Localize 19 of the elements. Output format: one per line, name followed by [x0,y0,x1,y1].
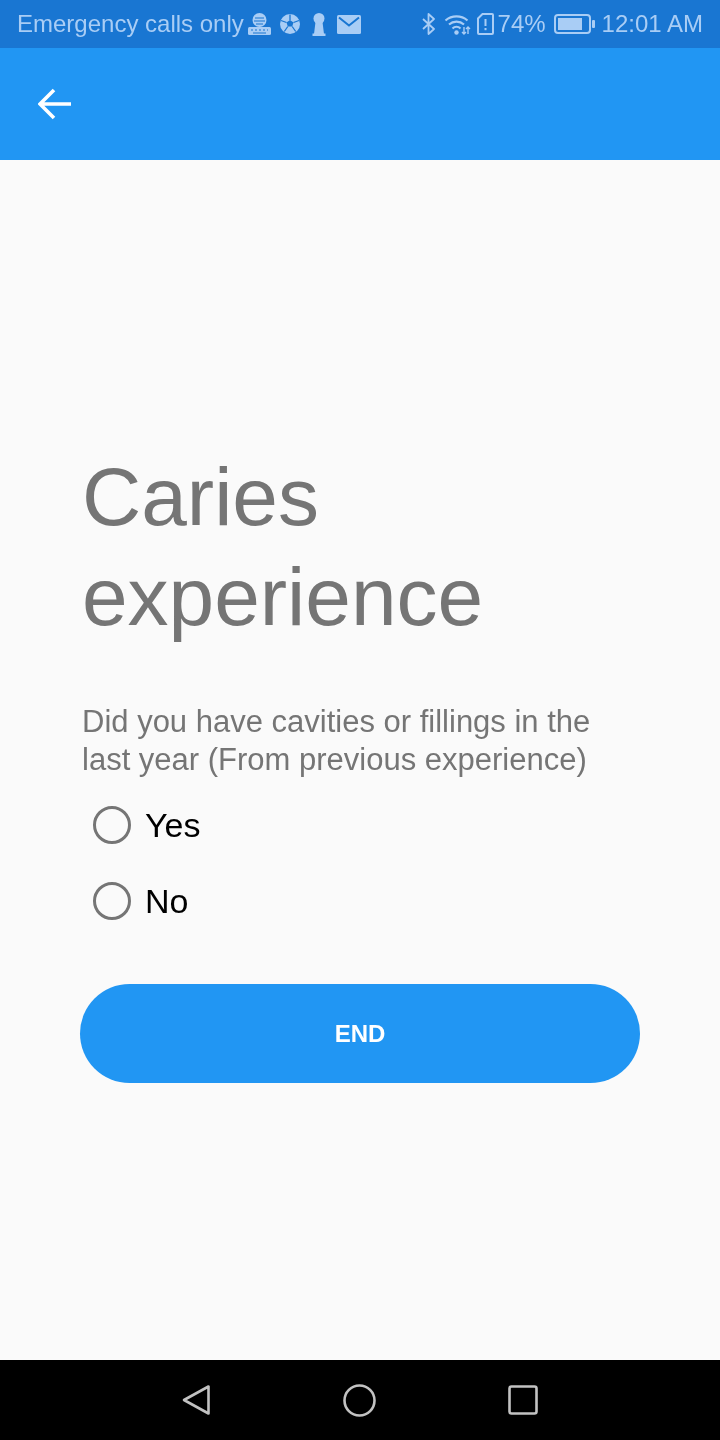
back-icon[interactable] [182,1384,211,1416]
clock-time: 12:01 AM [601,10,703,38]
recents-icon[interactable] [508,1385,538,1415]
bluetooth-icon [421,13,435,35]
soccer-ball-icon [278,13,301,35]
radio-option[interactable]: No [80,863,195,939]
keyboard-icon [246,12,272,36]
wifi-icon [443,13,471,35]
mail-icon [336,14,361,34]
battery-percentage: 74% [497,10,546,38]
home-icon[interactable] [343,1383,376,1417]
keyhole-icon [311,12,326,36]
back-arrow-icon[interactable] [38,88,72,120]
battery-icon [553,14,595,34]
sim-alert-icon [476,13,494,35]
question-text: Did you have cavities or fillings in the last year (From previous experience) [81,703,592,779]
radio-option[interactable]: Yes [80,787,207,863]
page-title: Caries experience [81,450,485,644]
carrier-text: Emergency calls only [17,10,244,38]
